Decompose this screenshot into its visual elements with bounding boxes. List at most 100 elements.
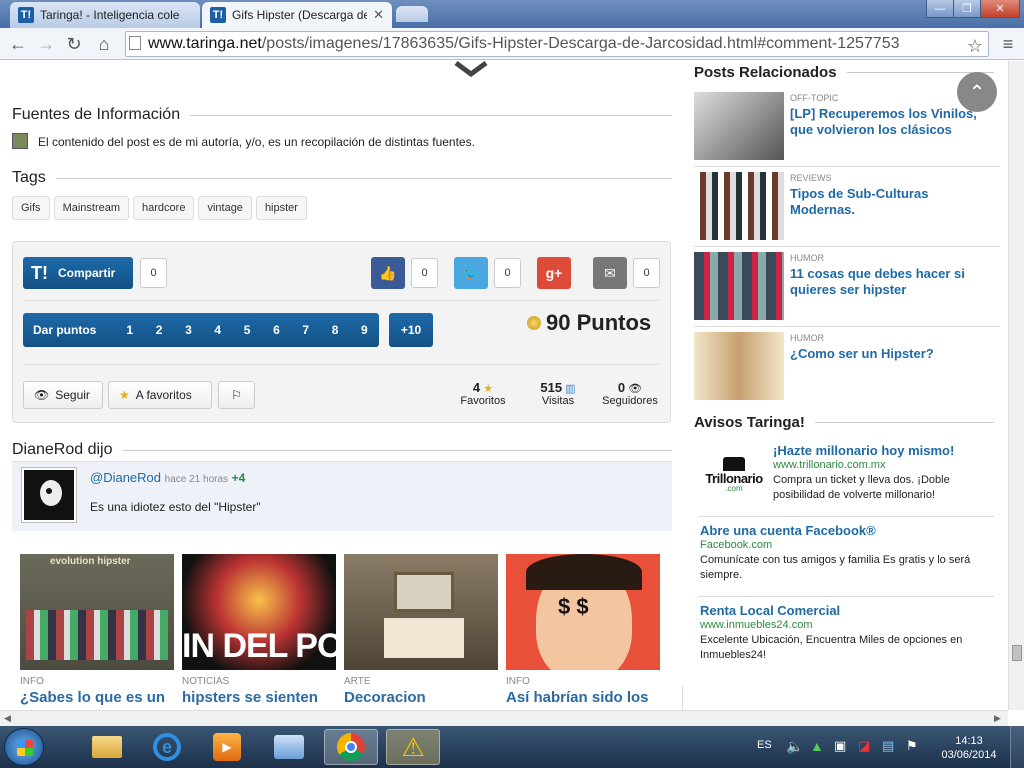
card-image[interactable] [344, 554, 498, 670]
control-panel-icon[interactable] [262, 729, 316, 765]
card-image[interactable]: $ $ [506, 554, 660, 670]
tab-taringa-home[interactable]: T! Taringa! - Inteligencia colectiva [10, 2, 200, 28]
new-tab-button[interactable] [396, 6, 428, 22]
related-thumbnail[interactable] [694, 252, 784, 320]
related-category: REVIEWS [790, 173, 832, 183]
page-content: Fuentes de Información El contenido del … [0, 61, 1008, 710]
maximize-icon[interactable]: ❐ [953, 0, 981, 18]
related-title[interactable]: 11 cosas que debes hacer si quieres ser … [790, 266, 990, 298]
card-title[interactable]: Decoracion [344, 689, 426, 706]
trillonario-logo[interactable]: Trillonario .com [698, 457, 770, 501]
tab-title: Gifs Hipster (Descarga de [232, 8, 368, 22]
minimize-icon[interactable]: — [926, 0, 954, 18]
points-option[interactable]: 3 [174, 323, 203, 337]
related-category: OFF-TOPIC [790, 93, 839, 103]
reload-icon[interactable]: ↻ [62, 32, 86, 56]
scroll-right-icon[interactable]: ▶ [994, 713, 1001, 724]
points-option[interactable]: 8 [320, 323, 349, 337]
add-favorite-button[interactable]: ★ A favoritos [108, 381, 212, 409]
ad-url[interactable]: www.inmuebles24.com [700, 619, 813, 631]
eye-icon: 👁 [628, 383, 643, 395]
tag-item[interactable]: hipster [255, 196, 307, 220]
address-bar[interactable]: www.taringa.net/posts/imagenes/17863635/… [125, 31, 989, 57]
related-thumbnail[interactable] [694, 332, 784, 400]
ad-title[interactable]: ¡Hazte millonario hoy mismo! [773, 443, 954, 458]
tag-item[interactable]: Mainstream [53, 196, 130, 220]
horizontal-scrollbar[interactable]: ◀ ▶ [0, 710, 1008, 726]
follow-button[interactable]: 👁 Seguir [23, 381, 103, 409]
volume-icon[interactable]: 🔈 [786, 738, 803, 755]
chevron-down-icon[interactable] [452, 61, 490, 77]
page-icon [129, 36, 141, 50]
tab-gifs-hipster[interactable]: T! Gifs Hipster (Descarga de ✕ [202, 2, 392, 28]
card-title[interactable]: ¿Sabes lo que es un [20, 689, 165, 706]
points-option[interactable]: 9 [350, 323, 379, 337]
points-option[interactable]: 5 [232, 323, 261, 337]
monitor-icon[interactable]: ▣ [834, 738, 846, 754]
home-icon[interactable]: ⌂ [92, 32, 116, 56]
related-title[interactable]: ¿Como ser un Hipster? [790, 346, 990, 362]
points-option[interactable]: 1 [115, 323, 144, 337]
taringa-logo-icon: T! [31, 262, 48, 283]
card-image[interactable]: evolution hipster [20, 554, 174, 670]
points-option[interactable]: 6 [262, 323, 291, 337]
explorer-icon[interactable] [80, 729, 134, 765]
tag-item[interactable]: Gifs [12, 196, 50, 220]
taringa-favicon-icon: T! [210, 7, 226, 23]
related-title[interactable]: Tipos de Sub-Culturas Modernas. [790, 186, 990, 218]
url-path: /posts/imagenes/17863635/Gifs-Hipster-De… [261, 35, 900, 52]
browser-titlebar: T! Taringa! - Inteligencia colectiva T! … [0, 0, 1024, 28]
comment-user[interactable]: @DianeRod [90, 470, 161, 485]
card-image[interactable]: IN DEL POS [182, 554, 336, 670]
report-flag-icon[interactable]: ⚐ [218, 381, 255, 409]
forward-icon[interactable]: → [34, 32, 58, 56]
share-button[interactable]: T! Compartir [23, 257, 133, 289]
vertical-scrollbar[interactable] [1008, 61, 1024, 710]
comment-avatar[interactable] [22, 468, 76, 522]
related-thumbnail[interactable] [694, 92, 784, 160]
tag-item[interactable]: hardcore [133, 196, 195, 220]
email-icon[interactable]: ✉ [593, 257, 627, 289]
language-indicator[interactable]: ES [757, 739, 772, 751]
google-plus-icon[interactable]: g+ [537, 257, 571, 289]
points-option[interactable]: 2 [144, 323, 173, 337]
related-title[interactable]: [LP] Recuperemos los Vinilos, que volvie… [790, 106, 990, 138]
bookmark-star-icon[interactable]: ☆ [963, 34, 987, 58]
scrollbar-thumb[interactable] [1012, 645, 1022, 661]
close-tab-icon[interactable]: ✕ [373, 7, 384, 23]
start-button-icon[interactable] [4, 728, 44, 766]
back-icon[interactable]: ← [6, 32, 30, 56]
window-close-icon[interactable]: ✕ [980, 0, 1020, 18]
warning-icon[interactable]: ⚠ [386, 729, 440, 765]
points-option[interactable]: 4 [203, 323, 232, 337]
points-total: 90 Puntos [546, 310, 652, 335]
antivirus-icon[interactable]: ◪ [858, 738, 870, 754]
card-image-text: IN DEL POS [182, 627, 336, 665]
points-option[interactable]: 7 [291, 323, 320, 337]
ad-title[interactable]: Renta Local Comercial [700, 603, 840, 618]
card-category: NOTICIAS [182, 676, 230, 687]
scroll-left-icon[interactable]: ◀ [4, 713, 11, 724]
ad-title[interactable]: Abre una cuenta Facebook® [700, 523, 876, 538]
media-player-icon[interactable]: ▶ [200, 729, 254, 765]
network-icon[interactable]: ▲ [810, 738, 824, 754]
chrome-icon[interactable] [324, 729, 378, 765]
card-title[interactable]: Así habrían sido los [506, 689, 649, 706]
facebook-like-icon[interactable]: 👍 [371, 257, 405, 289]
windows-taskbar: e ▶ ⚠ ES 🔈 ▲ ▣ ◪ ▤ ⚑ 14:13 03/06/2014 [0, 726, 1024, 768]
card-title[interactable]: hipsters se sienten [182, 689, 318, 706]
tag-item[interactable]: vintage [198, 196, 252, 220]
share-count: 0 [140, 258, 167, 288]
related-thumbnail[interactable] [694, 172, 784, 240]
clock[interactable]: 14:13 03/06/2014 [936, 734, 1002, 762]
plus-ten-button[interactable]: +10 [389, 313, 433, 347]
ad-url[interactable]: www.trillonario.com.mx [773, 459, 885, 471]
show-desktop-button[interactable] [1010, 726, 1024, 768]
menu-icon[interactable]: ≡ [996, 32, 1020, 56]
ad-url[interactable]: Facebook.com [700, 539, 772, 551]
internet-explorer-icon[interactable]: e [140, 729, 194, 765]
action-center-flag-icon[interactable]: ⚑ [906, 738, 918, 754]
twitter-icon[interactable]: 🐦 [454, 257, 488, 289]
device-icon[interactable]: ▤ [882, 738, 894, 754]
comment-score: +4 [231, 471, 246, 485]
